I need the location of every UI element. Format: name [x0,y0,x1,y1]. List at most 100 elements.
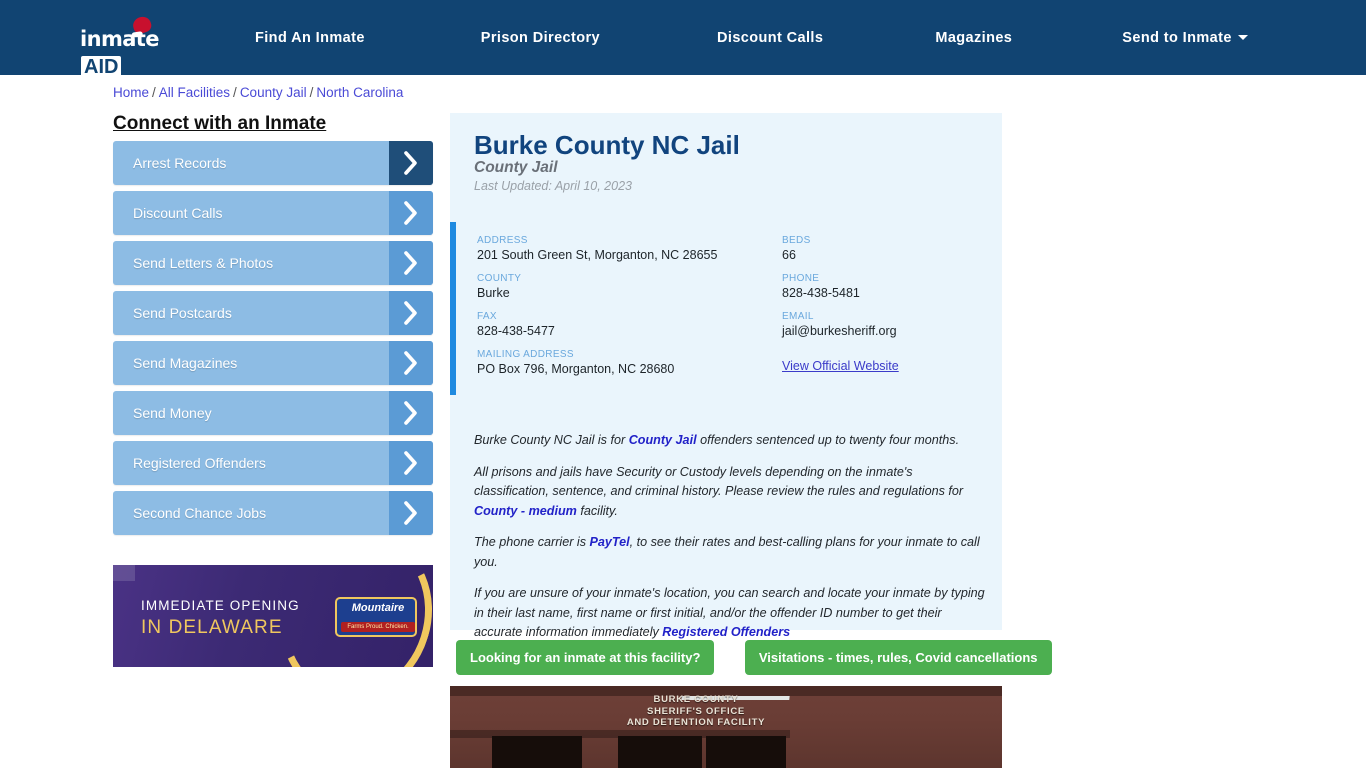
facility-description: Burke County NC Jail is for County Jail … [474,431,986,655]
logo-badge: AID [81,56,122,79]
photo-building-sign: BURKE COUNTY SHERIFF'S OFFICE AND DETENT… [576,694,816,729]
ad-brand-logo: Mountaire Farms Proud. Chicken. [335,597,417,637]
visitations-button[interactable]: Visitations - times, rules, Covid cancel… [744,640,1052,675]
field-label: ADDRESS [477,235,528,246]
sidebar-item-label: Registered Offenders [133,455,266,471]
desc-p2-text-a: All prisons and jails have Security or C… [474,464,964,499]
chevron-right-icon [389,141,433,185]
nav-item-magazines[interactable]: Magazines [935,30,1012,46]
photo-sign-line-3: AND DETENTION FACILITY [626,717,766,728]
field-label: PHONE [782,273,820,284]
desc-p2-link[interactable]: County - medium [474,504,577,518]
nav-item-find-an-inmate[interactable]: Find An Inmate [255,30,365,46]
facility-info-column-left: ADDRESS 201 South Green St, Morganton, N… [477,235,767,387]
sidebar-item-label: Send Money [133,405,212,421]
sidebar-item-arrest-records[interactable]: Arrest Records [113,141,433,185]
field-value: PO Box 796, Morganton, NC 28680 [477,362,675,376]
sidebar-item-label: Arrest Records [133,155,227,171]
sidebar-item-discount-calls[interactable]: Discount Calls [113,191,433,235]
breadcrumb-item-county-jail[interactable]: County Jail [240,85,307,100]
sidebar-item-send-money[interactable]: Send Money [113,391,433,435]
desc-p1-text-a: Burke County NC Jail is for [474,433,629,447]
field-label: BEDS [782,235,811,246]
sidebar-item-registered-offenders[interactable]: Registered Offenders [113,441,433,485]
breadcrumb: Home / All Facilities / County Jail / North Ca… [113,85,403,100]
breadcrumb-item-home[interactable]: Home [113,85,149,100]
breadcrumb-item-all-facilities[interactable]: All Facilities [159,85,230,100]
chevron-right-icon [389,241,433,285]
chevron-down-icon [1237,35,1248,41]
facility-field-fax: FAX 828-438-5477 [477,311,767,338]
find-inmate-button[interactable]: Looking for an inmate at this facility? [456,640,715,675]
desc-p4-link[interactable]: Registered Offenders [662,625,790,639]
primary-nav-links: Find An Inmate Prison Directory Discount… [255,0,1248,75]
chevron-right-icon [389,291,433,335]
sidebar-item-label: Send Postcards [133,305,232,321]
desc-p3-link[interactable]: PayTel [590,535,630,549]
field-value: 66 [782,248,796,262]
chevron-right-icon [389,491,433,535]
chevron-right-icon [389,391,433,435]
facility-detail-panel: Burke County NC Jail County Jail Last Up… [450,113,1002,639]
facility-info-column-right: BEDS 66 PHONE 828-438-5481 EMAIL jail@bu… [782,235,982,375]
chevron-right-icon [389,191,433,235]
facility-type: County Jail [474,159,558,176]
breadcrumb-item-north-carolina[interactable]: North Carolina [316,85,403,100]
desc-p1-link[interactable]: County Jail [629,433,697,447]
facility-field-email: EMAIL jail@burkesheriff.org [782,311,982,338]
field-label: FAX [477,311,497,322]
field-label: EMAIL [782,311,814,322]
sidebar-heading: Connect with an Inmate [113,113,327,134]
ad-brand-name: Mountaire [351,602,405,614]
photo-entry-bay [706,736,786,768]
photo-sign-line-1: BURKE COUNTY [653,694,739,705]
description-paragraph-3: The phone carrier is PayTel, to see thei… [474,533,986,572]
field-label: COUNTY [477,273,522,284]
desc-p2-text-b: facility. [576,503,618,518]
nav-item-send-to-inmate-label: Send to Inmate [1122,29,1232,46]
facility-photo: BURKE COUNTY SHERIFF'S OFFICE AND DETENT… [450,686,1002,768]
action-button-row: Looking for an inmate at this facility? … [456,640,1052,675]
ad-subheadline: IN DELAWARE [141,617,283,638]
facility-field-phone: PHONE 828-438-5481 [782,273,982,300]
sidebar-item-label: Discount Calls [133,205,223,221]
sidebar-item-send-magazines[interactable]: Send Magazines [113,341,433,385]
site-logo[interactable]: inmateAID [80,14,186,79]
sidebar-item-second-chance-jobs[interactable]: Second Chance Jobs [113,491,433,535]
ad-headline: IMMEDIATE OPENING [141,598,300,613]
photo-entry-bay [618,736,702,768]
sidebar-menu: Arrest Records Discount Calls Send Lette… [113,141,433,541]
facility-field-county: COUNTY Burke [477,273,767,300]
accent-bar [450,222,456,395]
description-paragraph-4: If you are unsure of your inmate's locat… [474,584,986,643]
ad-corner-accent [113,565,135,581]
facility-field-address: ADDRESS 201 South Green St, Morganton, N… [477,235,767,262]
facility-field-mailing-address: MAILING ADDRESS PO Box 796, Morganton, N… [477,349,767,376]
breadcrumb-separator: / [152,85,156,100]
breadcrumb-separator: / [233,85,237,100]
sidebar-item-label: Send Letters & Photos [133,255,274,271]
sidebar-item-send-letters-photos[interactable]: Send Letters & Photos [113,241,433,285]
photo-sign-line-2: SHERIFF'S OFFICE [647,705,745,717]
desc-p1-text-b: offenders sentenced up to twenty four mo… [696,433,960,447]
chevron-right-icon [389,441,433,485]
sidebar-item-send-postcards[interactable]: Send Postcards [113,291,433,335]
nav-item-send-to-inmate[interactable]: Send to Inmate [1122,30,1248,46]
official-website-link[interactable]: View Official Website [782,359,899,373]
field-value: jail@burkesheriff.org [782,324,897,338]
description-paragraph-2: All prisons and jails have Security or C… [474,463,986,522]
nav-item-discount-calls[interactable]: Discount Calls [717,30,823,46]
last-updated-text: Last Updated: April 10, 2023 [474,179,632,193]
sidebar-item-label: Send Magazines [133,355,238,371]
nav-item-prison-directory[interactable]: Prison Directory [481,30,600,46]
top-navigation-bar: inmateAID Find An Inmate Prison Director… [0,0,1366,79]
field-value: 828-438-5477 [477,324,555,338]
field-label: MAILING ADDRESS [477,349,574,360]
photo-entry-bay [492,736,582,768]
desc-p3-text-a: The phone carrier is [474,535,590,549]
sidebar-item-label: Second Chance Jobs [133,505,267,521]
page-title: Burke County NC Jail [474,130,740,160]
advertisement-banner[interactable]: IMMEDIATE OPENING IN DELAWARE Mountaire … [113,565,433,667]
field-value: Burke [477,286,510,300]
description-paragraph-1: Burke County NC Jail is for County Jail … [474,431,986,451]
